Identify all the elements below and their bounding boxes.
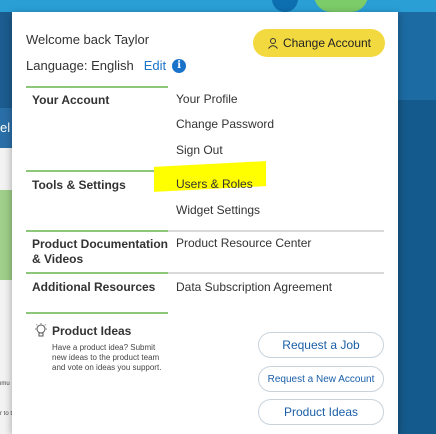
section-title-additional-resources: Additional Resources [32,280,156,294]
welcome-message: Welcome back Taylor [26,32,150,47]
product-ideas-title: Product Ideas [52,324,132,338]
section-divider [26,86,168,88]
section-divider [168,230,384,232]
sign-out-link[interactable]: Sign Out [176,143,223,158]
background-top-bar [0,0,436,12]
section-divider [168,272,384,274]
product-resource-center-link[interactable]: Product Resource Center [176,236,311,251]
section-divider [26,312,168,314]
language-row: Language: English Edit i [26,58,187,73]
section-divider [26,272,168,274]
section-divider [26,170,168,172]
change-password-link[interactable]: Change Password [176,117,274,132]
background-fragment: r to t [0,411,12,417]
user-icon [268,38,278,49]
section-title-your-account: Your Account [32,93,110,107]
background-right-panel-lower [396,100,436,434]
your-profile-link[interactable]: Your Profile [176,92,238,107]
change-account-label: Change Account [282,36,372,50]
users-roles-link[interactable]: Users & Roles [176,177,253,192]
data-subscription-agreement-link[interactable]: Data Subscription Agreement [176,280,332,295]
info-icon[interactable]: i [172,58,187,73]
change-account-button[interactable]: Change Account [253,29,385,57]
request-new-account-button[interactable]: Request a New Account [258,366,384,392]
product-ideas-button[interactable]: Product Ideas [258,399,384,425]
account-menu-popup: Welcome back Taylor Change Account Langu… [12,12,398,434]
background-map [0,190,12,280]
background-left-text: el [0,120,11,135]
language-edit-link[interactable]: Edit [144,58,166,73]
background-fragment: imu [0,381,10,387]
request-a-job-button[interactable]: Request a Job [258,332,384,358]
product-ideas-block: Product Ideas Have a product idea? Submi… [34,323,164,373]
section-title-tools-settings: Tools & Settings [32,178,126,192]
widget-settings-link[interactable]: Widget Settings [176,203,260,218]
section-title-product-documentation: Product Documentation & Videos [32,237,169,266]
section-divider [26,230,168,232]
product-ideas-description: Have a product idea? Submit new ideas to… [52,343,162,372]
lightbulb-icon [35,323,47,337]
language-label: Language: English [26,58,134,73]
